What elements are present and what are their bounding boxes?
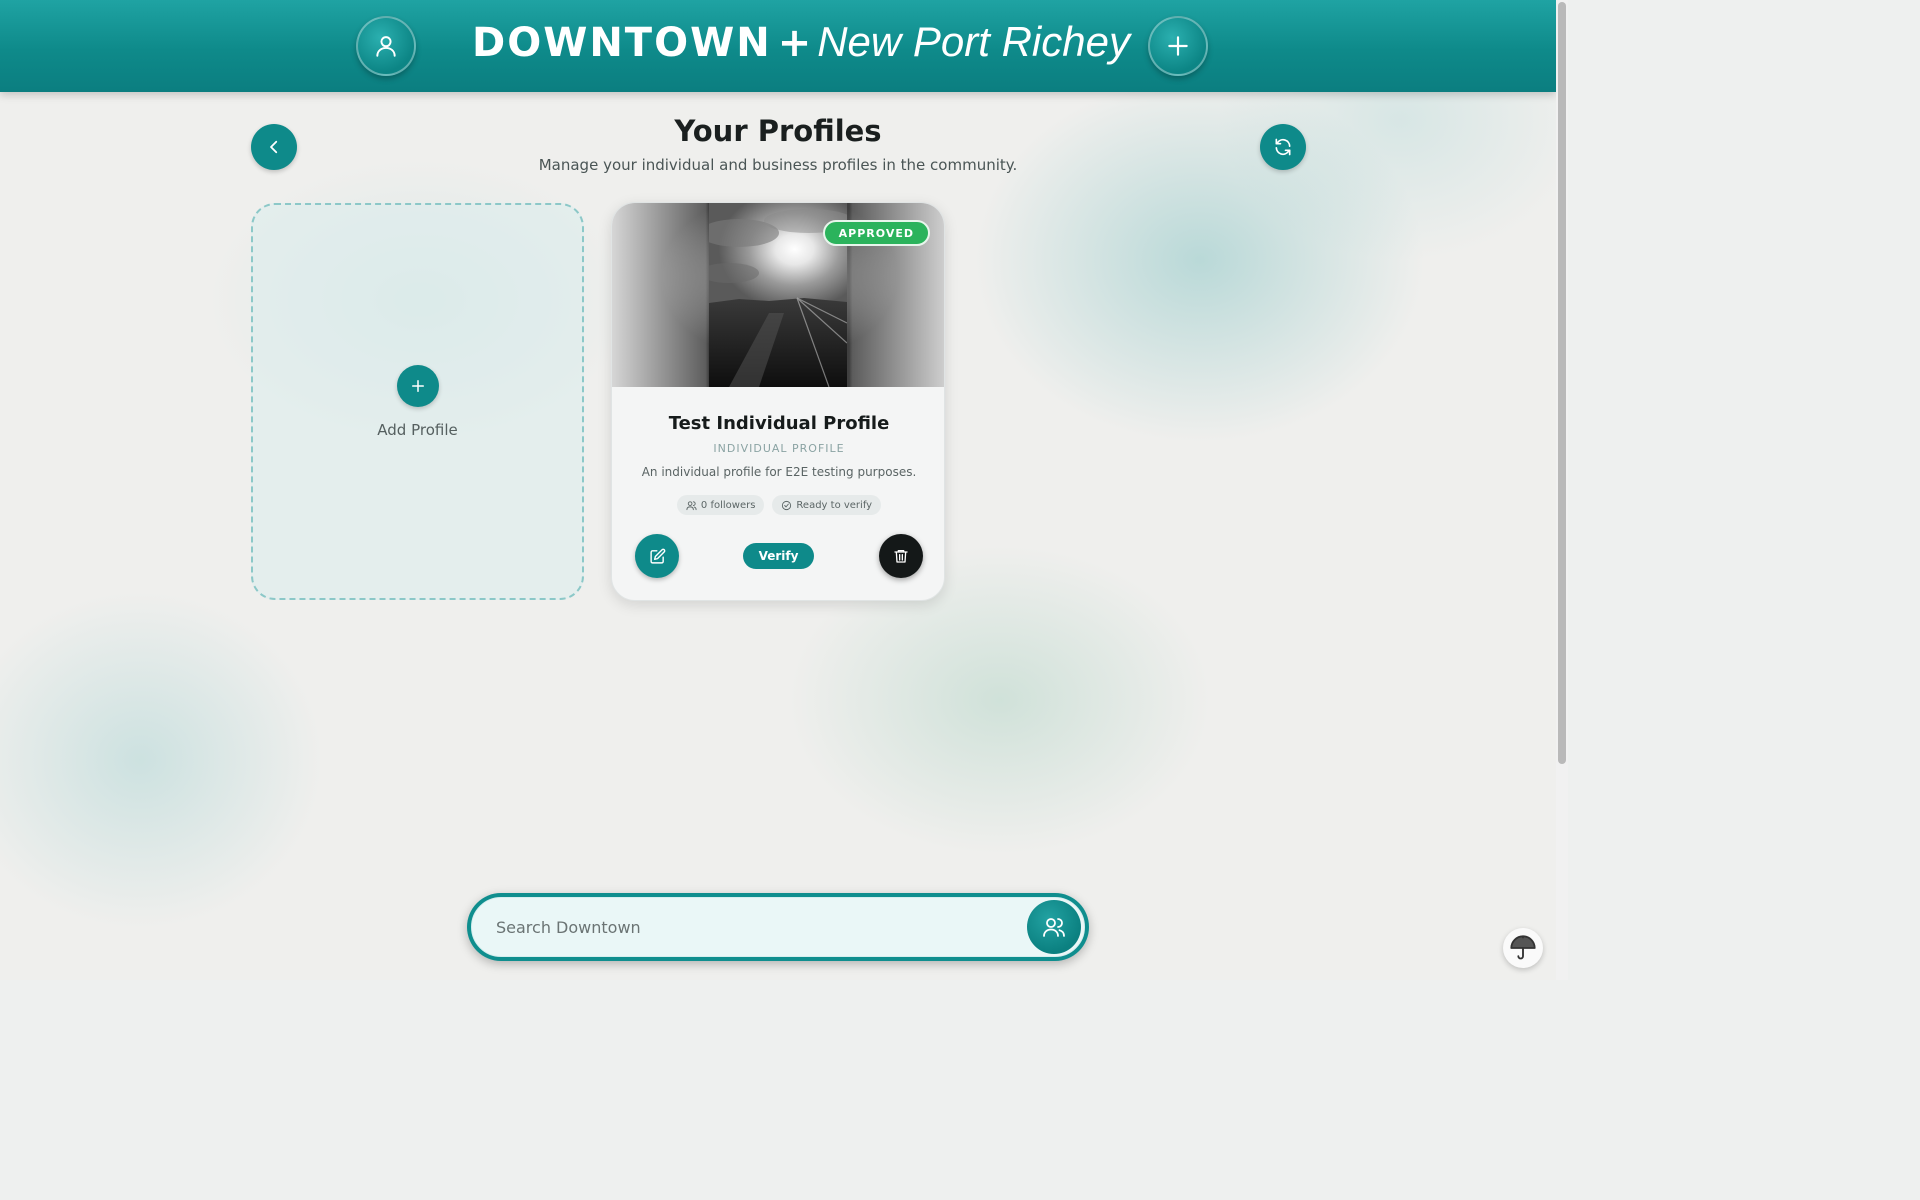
refresh-button[interactable] (1260, 124, 1306, 170)
user-icon (376, 36, 396, 57)
verify-status-text: Ready to verify (796, 499, 873, 511)
scrollbar[interactable] (1556, 0, 1568, 980)
scrollbar-thumb[interactable] (1558, 2, 1566, 764)
followers-count: 0 followers (700, 499, 756, 511)
profile-name: Test Individual Profile (668, 413, 890, 434)
profile-description: An individual profile for E2E testing pu… (641, 465, 917, 479)
check-circle-icon (782, 500, 792, 510)
search-bar (467, 893, 1089, 961)
brand-subtitle: New Port Richey (817, 18, 1130, 65)
create-button[interactable] (1148, 16, 1208, 76)
add-profile-card[interactable]: Add Profile (251, 203, 584, 600)
profile-type: INDIVIDUAL PROFILE (713, 442, 845, 455)
umbrella-icon (1510, 935, 1536, 960)
followers-chip: 0 followers (676, 495, 765, 515)
add-profile-label: Add Profile (377, 420, 458, 439)
plus-icon (411, 379, 424, 392)
verify-status-chip: Ready to verify (772, 495, 882, 515)
profile-stats: 0 followers Ready to verify (612, 495, 944, 515)
delete-profile-button[interactable] (879, 534, 923, 578)
profile-button[interactable] (356, 16, 416, 76)
brand-logo[interactable]: DOWNTOWN + New Port Richey (472, 18, 1130, 68)
status-badge: APPROVED (822, 220, 930, 246)
plus-icon (1168, 36, 1188, 56)
umbrella-button[interactable] (1503, 928, 1543, 968)
add-profile-button[interactable] (396, 364, 439, 407)
search-input[interactable] (496, 898, 1016, 956)
users-icon (686, 500, 697, 510)
top-header: DOWNTOWN + New Port Richey (0, 0, 1556, 92)
search-people-button[interactable] (1027, 900, 1081, 954)
trash-icon (894, 550, 908, 563)
page-title: Your Profiles (674, 114, 882, 148)
users-icon (1043, 918, 1065, 937)
profile-banner: APPROVED (612, 203, 944, 387)
refresh-icon (1275, 138, 1291, 156)
profile-card[interactable]: APPROVED Test Individual Profile INDIVID… (611, 202, 945, 601)
brand-main: DOWNTOWN (472, 20, 772, 66)
page-subtitle: Manage your individual and business prof… (538, 156, 1018, 174)
brand-plus: + (777, 20, 812, 66)
edit-icon (649, 548, 665, 564)
verify-button[interactable]: Verify (743, 543, 814, 569)
edit-profile-button[interactable] (635, 534, 679, 578)
